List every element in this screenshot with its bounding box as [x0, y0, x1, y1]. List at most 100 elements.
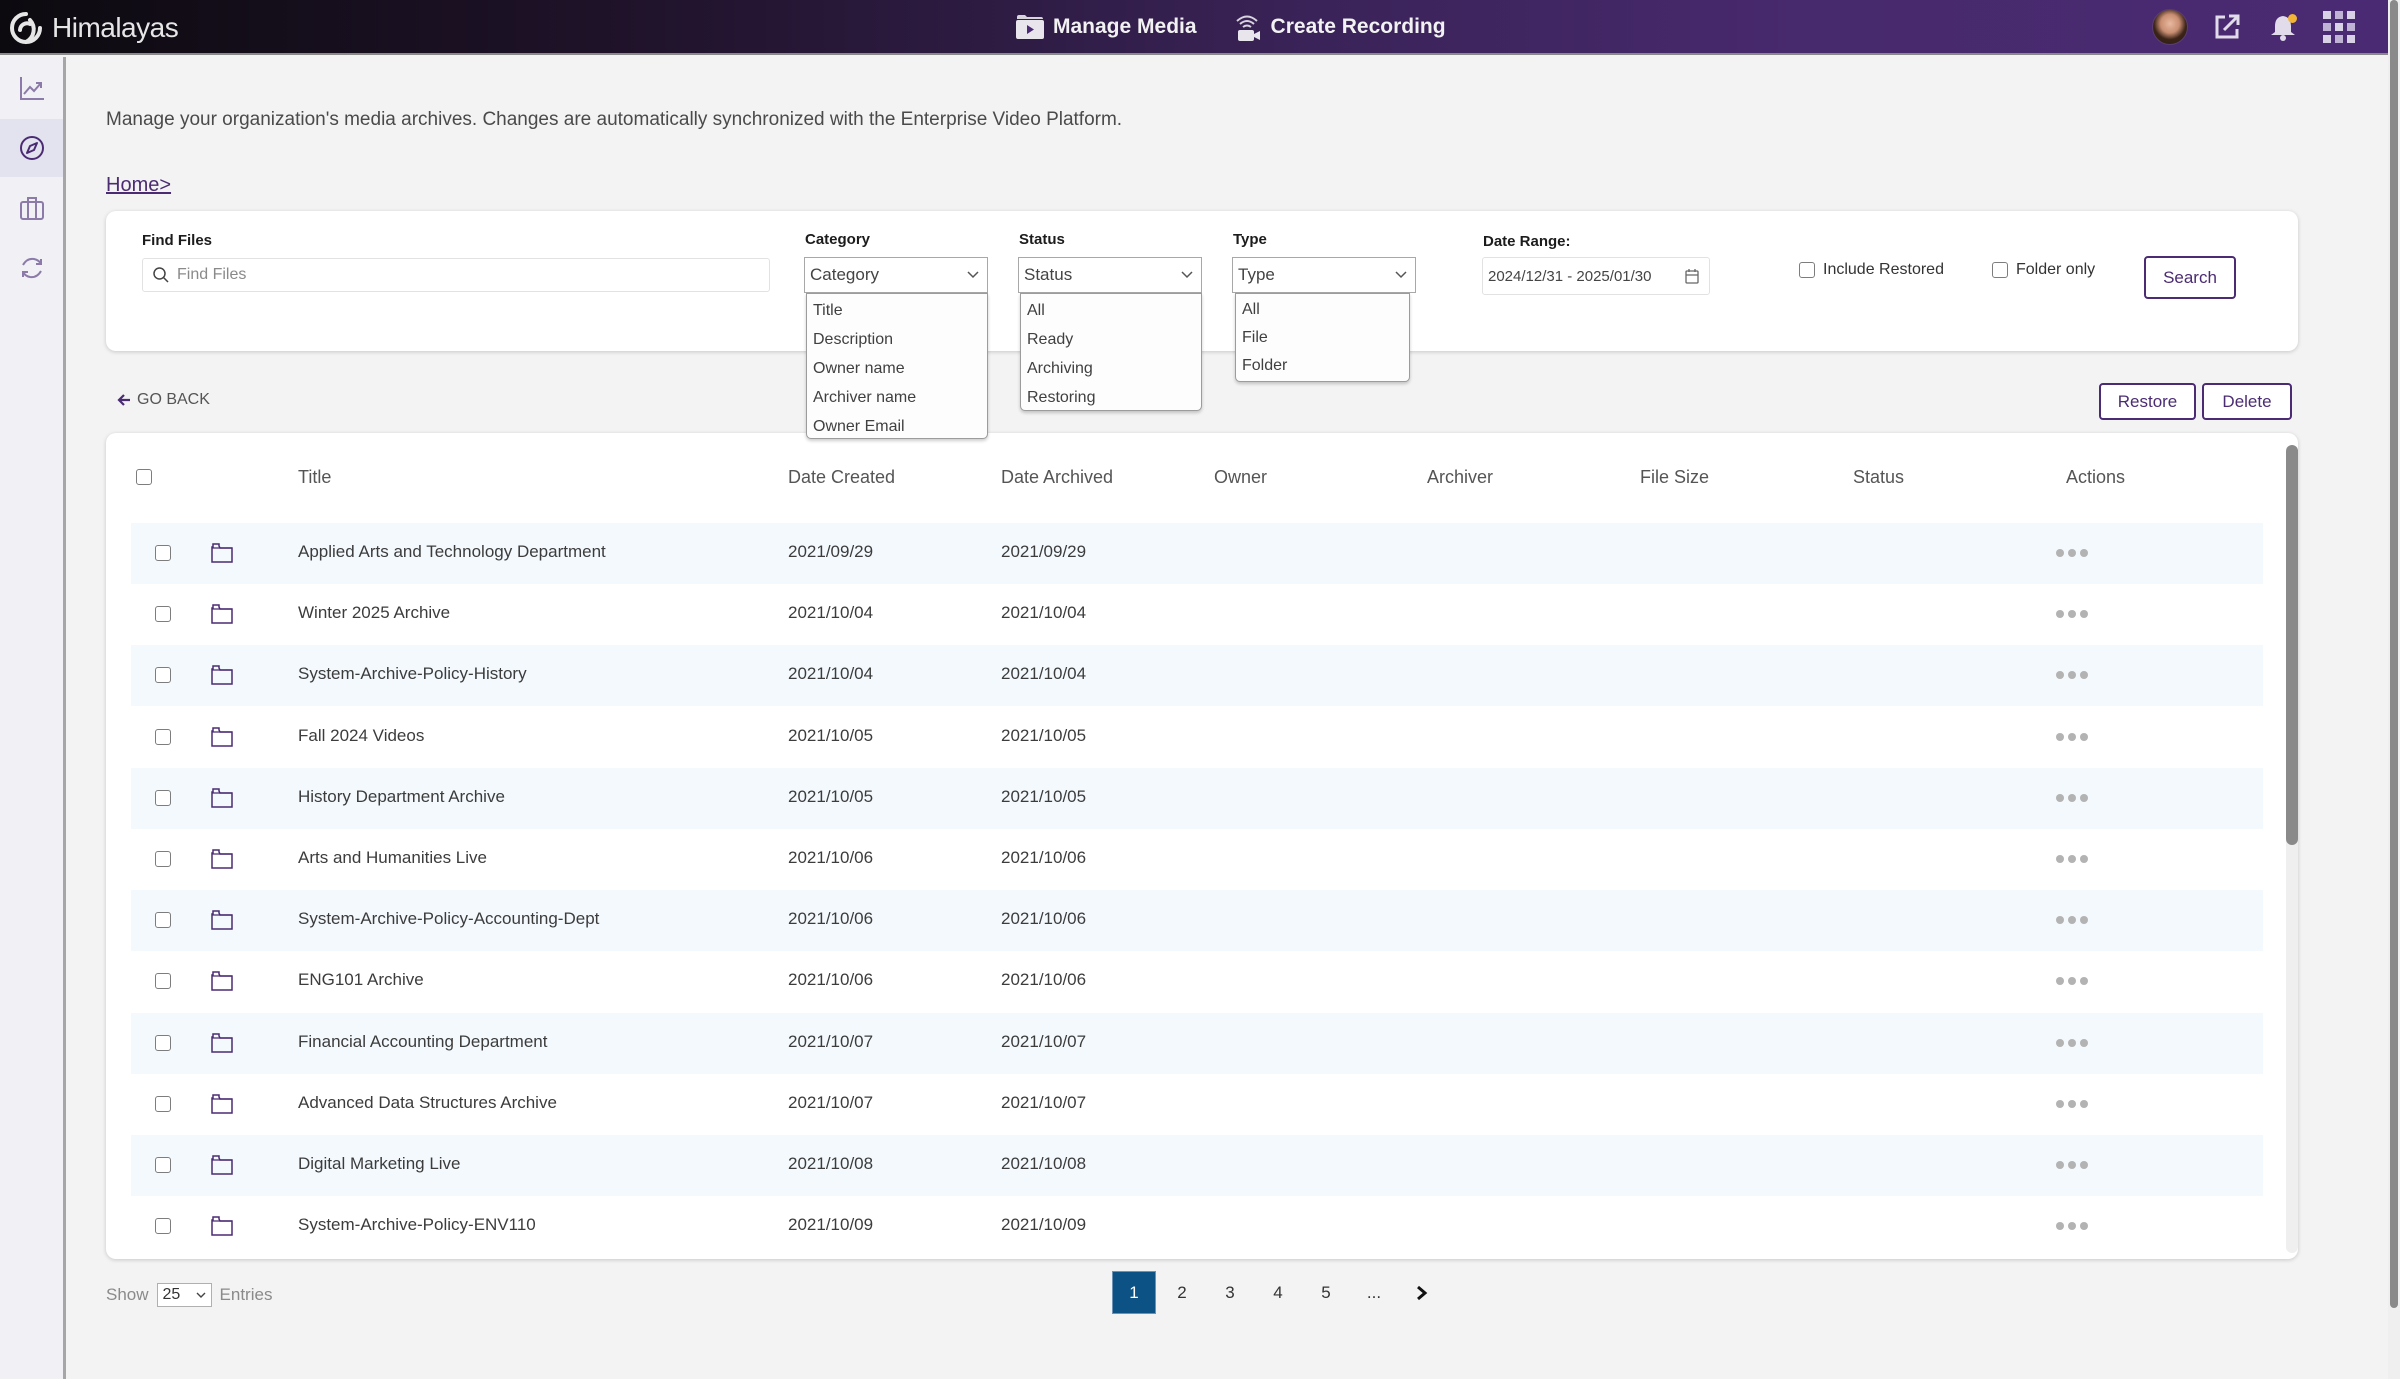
- sidebar-item-archive[interactable]: [0, 179, 63, 237]
- find-files-field[interactable]: [142, 258, 770, 292]
- row-actions-menu[interactable]: [2056, 671, 2088, 680]
- notifications-button[interactable]: [2266, 10, 2300, 44]
- page-scrollbar-thumb[interactable]: [2390, 0, 2398, 1308]
- column-header-date-created[interactable]: Date Created: [788, 467, 895, 488]
- row-actions-menu[interactable]: [2056, 1038, 2088, 1047]
- row-actions-menu[interactable]: [2056, 549, 2088, 557]
- row-actions-menu[interactable]: [2056, 855, 2088, 863]
- category-option-archiver-name[interactable]: Archiver name: [807, 383, 987, 412]
- table-row[interactable]: Arts and Humanities Live 2021/10/06 2021…: [131, 829, 2263, 890]
- row-actions-menu[interactable]: [2056, 977, 2088, 986]
- cell-title[interactable]: System-Archive-Policy-History: [298, 664, 527, 684]
- cell-title[interactable]: Winter 2025 Archive: [298, 603, 450, 623]
- type-option-file[interactable]: File: [1236, 324, 1409, 352]
- type-option-all[interactable]: All: [1236, 296, 1409, 324]
- cell-title[interactable]: System-Archive-Policy-ENV110: [298, 1215, 536, 1235]
- page-button-2[interactable]: 2: [1160, 1271, 1204, 1314]
- folder-only-box[interactable]: [1992, 262, 2008, 278]
- folder-only-checkbox[interactable]: Folder only: [1992, 261, 2095, 279]
- column-header-status[interactable]: Status: [1853, 467, 1904, 488]
- status-option-all[interactable]: All: [1021, 296, 1201, 325]
- apps-menu-button[interactable]: [2322, 10, 2356, 44]
- column-header-owner[interactable]: Owner: [1214, 467, 1267, 488]
- status-option-restoring[interactable]: Restoring: [1021, 383, 1201, 412]
- table-row[interactable]: Applied Arts and Technology Department 2…: [131, 523, 2263, 584]
- row-checkbox[interactable]: [155, 606, 171, 623]
- sidebar-item-sync[interactable]: [0, 239, 63, 297]
- cell-title[interactable]: Financial Accounting Department: [298, 1032, 547, 1052]
- row-actions-menu[interactable]: [2056, 610, 2088, 619]
- column-header-title[interactable]: Title: [298, 467, 331, 488]
- search-button[interactable]: Search: [2144, 256, 2236, 299]
- status-option-archiving[interactable]: Archiving: [1021, 354, 1201, 383]
- table-scrollbar-thumb[interactable]: [2286, 445, 2298, 845]
- column-header-file-size[interactable]: File Size: [1640, 467, 1709, 488]
- page-button-5[interactable]: 5: [1304, 1271, 1348, 1314]
- type-option-folder[interactable]: Folder: [1236, 352, 1409, 380]
- table-row[interactable]: Financial Accounting Department 2021/10/…: [131, 1012, 2263, 1074]
- row-checkbox[interactable]: [155, 728, 171, 745]
- table-row[interactable]: Advanced Data Structures Archive 2021/10…: [131, 1074, 2263, 1135]
- cell-title[interactable]: System-Archive-Policy-Accounting-Dept: [298, 909, 599, 929]
- row-checkbox[interactable]: [155, 667, 171, 684]
- row-checkbox[interactable]: [155, 912, 171, 929]
- find-files-input[interactable]: [177, 266, 757, 284]
- cell-title[interactable]: History Department Archive: [298, 787, 505, 807]
- table-row[interactable]: ENG101 Archive 2021/10/06 2021/10/06: [131, 951, 2263, 1012]
- row-checkbox[interactable]: [155, 1157, 171, 1173]
- page-button-1[interactable]: 1: [1112, 1271, 1156, 1314]
- entries-per-page-select[interactable]: 25: [156, 1283, 212, 1307]
- page-scrollbar[interactable]: [2388, 0, 2400, 1379]
- row-checkbox[interactable]: [155, 545, 171, 561]
- table-row[interactable]: Winter 2025 Archive 2021/10/04 2021/10/0…: [131, 584, 2263, 645]
- delete-button[interactable]: Delete: [2202, 383, 2292, 420]
- row-actions-menu[interactable]: [2056, 916, 2088, 925]
- category-select[interactable]: Category: [804, 257, 988, 293]
- category-option-description[interactable]: Description: [807, 325, 987, 354]
- row-checkbox[interactable]: [155, 851, 171, 867]
- row-checkbox[interactable]: [155, 1034, 171, 1051]
- table-row[interactable]: System-Archive-Policy-Accounting-Dept 20…: [131, 890, 2263, 952]
- category-option-title[interactable]: Title: [807, 296, 987, 325]
- avatar[interactable]: [2152, 9, 2188, 45]
- page-button-4[interactable]: 4: [1256, 1271, 1300, 1314]
- table-row[interactable]: Digital Marketing Live 2021/10/08 2021/1…: [131, 1135, 2263, 1196]
- table-row[interactable]: System-Archive-Policy-History 2021/10/04…: [131, 645, 2263, 707]
- page-button-3[interactable]: 3: [1208, 1271, 1252, 1314]
- type-select[interactable]: Type: [1232, 257, 1416, 293]
- include-restored-box[interactable]: [1799, 262, 1815, 278]
- cell-title[interactable]: Arts and Humanities Live: [298, 848, 487, 868]
- external-link-button[interactable]: [2210, 10, 2244, 44]
- category-option-owner-name[interactable]: Owner name: [807, 354, 987, 383]
- row-actions-menu[interactable]: [2056, 1161, 2088, 1169]
- table-row[interactable]: Fall 2024 Videos 2021/10/05 2021/10/05: [131, 707, 2263, 768]
- status-option-ready[interactable]: Ready: [1021, 325, 1201, 354]
- next-page-button[interactable]: [1400, 1271, 1444, 1314]
- row-checkbox[interactable]: [155, 789, 171, 806]
- row-checkbox[interactable]: [155, 973, 171, 990]
- nav-manage-media[interactable]: Manage Media: [1015, 14, 1197, 40]
- go-back-link[interactable]: GO BACK: [117, 391, 210, 409]
- category-option-owner-email[interactable]: Owner Email: [807, 412, 987, 441]
- cell-title[interactable]: Applied Arts and Technology Department: [298, 542, 606, 562]
- nav-create-recording[interactable]: Create Recording: [1233, 12, 1446, 42]
- row-actions-menu[interactable]: [2056, 1222, 2088, 1231]
- cell-title[interactable]: Fall 2024 Videos: [298, 726, 424, 746]
- select-all-checkbox[interactable]: [136, 469, 152, 485]
- include-restored-checkbox[interactable]: Include Restored: [1799, 261, 1944, 279]
- column-header-date-archived[interactable]: Date Archived: [1001, 467, 1113, 488]
- row-actions-menu[interactable]: [2056, 1099, 2088, 1108]
- row-checkbox[interactable]: [155, 1218, 171, 1235]
- table-row[interactable]: System-Archive-Policy-ENV110 2021/10/09 …: [131, 1196, 2263, 1257]
- row-actions-menu[interactable]: [2056, 732, 2088, 741]
- cell-title[interactable]: Digital Marketing Live: [298, 1154, 461, 1174]
- breadcrumb-home[interactable]: Home>: [106, 174, 171, 197]
- column-header-archiver[interactable]: Archiver: [1427, 467, 1493, 488]
- restore-button[interactable]: Restore: [2099, 383, 2196, 420]
- brand[interactable]: Himalayas: [8, 10, 179, 46]
- row-actions-menu[interactable]: [2056, 793, 2088, 802]
- sidebar-item-analytics[interactable]: [0, 59, 63, 117]
- date-range-input[interactable]: 2024/12/31 - 2025/01/30: [1482, 257, 1710, 295]
- cell-title[interactable]: ENG101 Archive: [298, 970, 424, 990]
- row-checkbox[interactable]: [155, 1095, 171, 1112]
